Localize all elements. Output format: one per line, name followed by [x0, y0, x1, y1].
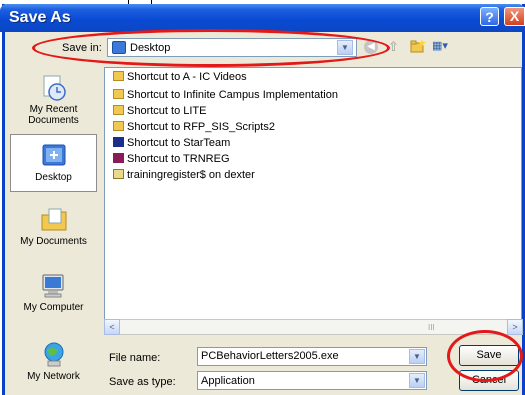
network-drive-icon: [113, 169, 124, 179]
title-bar[interactable]: [0, 4, 525, 32]
close-button[interactable]: X: [504, 7, 525, 26]
list-item[interactable]: Shortcut to A - IC Videos: [113, 71, 247, 85]
file-name: Shortcut to RFP_SIS_Scripts2: [127, 121, 275, 133]
place-label: My Documents: [20, 236, 87, 247]
app-shortcut-icon: [113, 137, 124, 147]
place-desktop[interactable]: Desktop: [10, 134, 97, 192]
folder-shortcut-icon: [113, 89, 124, 99]
list-item[interactable]: Shortcut to StarTeam: [113, 137, 230, 151]
place-recent-documents[interactable]: My Recent Documents: [10, 75, 97, 126]
chevron-down-icon[interactable]: ▼: [409, 349, 425, 364]
horizontal-scrollbar[interactable]: [104, 319, 522, 335]
file-name: Shortcut to StarTeam: [127, 137, 231, 149]
list-item[interactable]: Shortcut to RFP_SIS_Scripts2: [113, 121, 275, 135]
my-documents-icon: [41, 208, 66, 231]
list-item[interactable]: Shortcut to LITE: [113, 105, 206, 119]
chevron-down-icon[interactable]: ▼: [409, 373, 425, 388]
save-as-type-label: Save as type:: [109, 376, 176, 388]
file-name: Shortcut to A - IC Videos: [127, 71, 247, 83]
views-menu-icon[interactable]: ▦▾: [432, 39, 454, 54]
help-button[interactable]: ?: [480, 7, 499, 26]
file-name-value[interactable]: PCBehaviorLetters2005.exe: [201, 350, 339, 362]
my-computer-icon: [42, 274, 63, 298]
annotation-circle-save-in: [32, 29, 390, 67]
file-list[interactable]: Shortcut to A - IC Videos Shortcut to In…: [104, 67, 522, 320]
my-network-icon: [44, 342, 63, 367]
place-label: My Computer: [23, 302, 84, 313]
list-item[interactable]: Shortcut to TRNREG: [113, 153, 230, 167]
dialog-title: Save As: [9, 9, 71, 26]
place-my-computer[interactable]: My Computer: [10, 273, 97, 313]
recent-documents-icon: [43, 75, 66, 101]
place-my-network[interactable]: My Network: [10, 342, 97, 382]
file-name-label: File name:: [109, 352, 161, 364]
scroll-right-button[interactable]: >: [507, 319, 523, 335]
file-name: Shortcut to LITE: [127, 105, 207, 117]
desktop-icon: [42, 144, 65, 166]
annotation-circle-save: [447, 330, 523, 382]
list-item[interactable]: Shortcut to Infinite Campus Implementati…: [113, 89, 338, 103]
places-bar: My Recent Documents Desktop My Documents…: [10, 67, 97, 389]
folder-shortcut-icon: [113, 71, 124, 81]
new-folder-icon[interactable]: [410, 39, 426, 53]
place-label: Desktop: [35, 172, 72, 183]
folder-shortcut-icon: [113, 121, 124, 131]
place-label: My Network: [27, 371, 80, 382]
scroll-left-button[interactable]: <: [104, 319, 120, 335]
folder-shortcut-icon: [113, 105, 124, 115]
list-item[interactable]: trainingregister$ on dexter: [113, 169, 255, 183]
file-name: Shortcut to Infinite Campus Implementati…: [127, 89, 338, 101]
scrollbar-grip[interactable]: III: [428, 323, 435, 332]
file-name: trainingregister$ on dexter: [127, 169, 255, 181]
save-as-type-value: Application: [201, 375, 255, 387]
file-name: Shortcut to TRNREG: [127, 153, 230, 165]
app-shortcut-icon: [113, 153, 124, 163]
place-my-documents[interactable]: My Documents: [10, 207, 97, 247]
place-label: My Recent Documents: [28, 104, 79, 126]
